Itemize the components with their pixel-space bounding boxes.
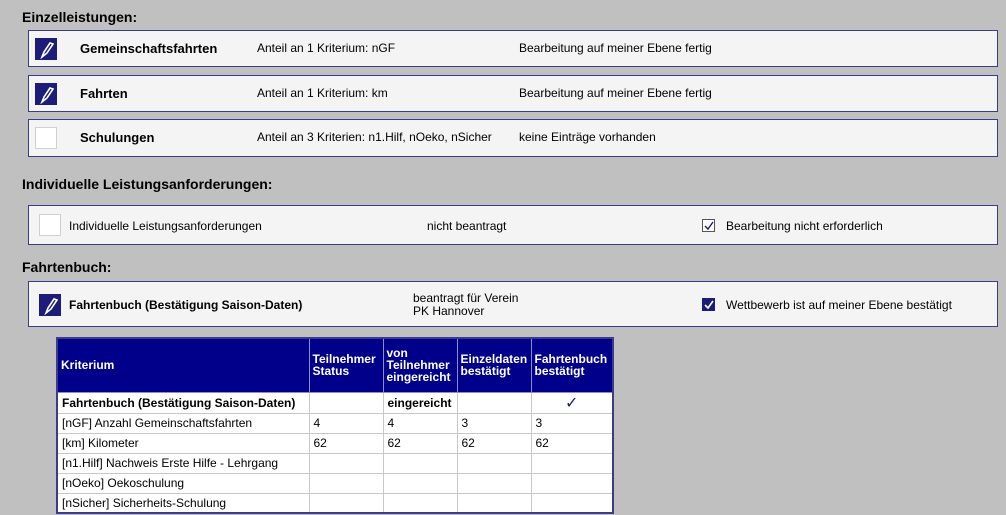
einzelleistung-gemeinschaftsfahrten[interactable]: Gemeinschaftsfahrten Anteil an 1 Kriteri… (28, 30, 998, 67)
section-title-einzelleistungen: Einzelleistungen: (22, 9, 138, 25)
cell-eingereicht (382, 452, 458, 474)
einzelleistung-name: Schulungen (80, 130, 155, 145)
bearbeitung-checkbox-label: Bearbeitung nicht erforderlich (726, 219, 883, 233)
cell-fahrtenbuch (530, 452, 614, 474)
individuell-panel[interactable]: Individuelle Leistungsanforderungen nich… (28, 205, 998, 245)
cell-eingereicht: eingereicht (382, 391, 458, 414)
einzelleistung-status: Bearbeitung auf meiner Ebene fertig (519, 86, 712, 100)
header-einzeldaten: Einzeldaten bestätigt (456, 337, 532, 393)
cell-fahrtenbuch: 3 (530, 412, 614, 434)
einzelleistung-schulungen[interactable]: Schulungen Anteil an 3 Kriterien: n1.Hil… (28, 119, 998, 157)
einzelleistung-anteil: Anteil an 3 Kriterien: n1.Hilf, nOeko, n… (257, 130, 492, 144)
cell-status (308, 492, 384, 514)
individuell-label: Individuelle Leistungsanforderungen (69, 219, 262, 233)
cell-eingereicht (382, 492, 458, 514)
cell-kriterium: [n1.Hilf] Nachweis Erste Hilfe - Lehrgan… (56, 452, 310, 474)
cell-eingereicht (382, 472, 458, 494)
cell-status (308, 472, 384, 494)
empty-icon-box (39, 214, 61, 236)
einzelleistung-anteil: Anteil an 1 Kriterium: nGF (257, 41, 396, 55)
bearbeitung-checkbox[interactable] (702, 219, 715, 232)
individuell-status: nicht beantragt (427, 219, 507, 233)
header-teilnehmer-status: Teilnehmer Status (308, 337, 384, 393)
cell-eingereicht: 4 (382, 412, 458, 434)
cell-einzeldaten: 62 (456, 432, 532, 454)
check-icon: ✓ (530, 391, 614, 414)
pen-icon[interactable] (39, 294, 61, 316)
table-row: Fahrtenbuch (Bestätigung Saison-Daten) e… (56, 391, 614, 414)
cell-kriterium: Fahrtenbuch (Bestätigung Saison-Daten) (56, 391, 310, 414)
cell-status: 62 (308, 432, 384, 454)
pen-icon[interactable] (35, 38, 57, 60)
einzelleistung-anteil: Anteil an 1 Kriterium: km (257, 86, 388, 100)
fahrtenbuch-label: Fahrtenbuch (Bestätigung Saison-Daten) (69, 298, 303, 312)
table-row: [nSicher] Sicherheits-Schulung (56, 492, 614, 514)
cell-status (308, 452, 384, 474)
cell-kriterium: [nOeko] Oekoschulung (56, 472, 310, 494)
einzelleistung-fahrten[interactable]: Fahrten Anteil an 1 Kriterium: km Bearbe… (28, 75, 998, 112)
cell-einzeldaten: 3 (456, 412, 532, 434)
cell-eingereicht: 62 (382, 432, 458, 454)
empty-icon-box (35, 127, 57, 149)
cell-status: 4 (308, 412, 384, 434)
header-fahrtenbuch: Fahrtenbuch bestätigt (530, 337, 614, 393)
table-row: [km] Kilometer 62 62 62 62 (56, 432, 614, 454)
page: Einzelleistungen: Gemeinschaftsfahrten A… (0, 0, 1006, 515)
wettbewerb-checkbox-label: Wettbewerb ist auf meiner Ebene bestätig… (726, 298, 952, 312)
cell-kriterium: [nGF] Anzahl Gemeinschaftsfahrten (56, 412, 310, 434)
cell-fahrtenbuch: 62 (530, 432, 614, 454)
einzelleistung-name: Fahrten (80, 86, 128, 101)
cell-einzeldaten (456, 492, 532, 514)
section-title-individuell: Individuelle Leistungsanforderungen: (22, 176, 273, 192)
fahrtenbuch-beantragt-line2: PK Hannover (413, 304, 485, 318)
cell-fahrtenbuch (530, 492, 614, 514)
fahrtenbuch-beantragt-line1: beantragt für Verein (413, 291, 519, 305)
pen-icon[interactable] (35, 83, 57, 105)
table-row: [n1.Hilf] Nachweis Erste Hilfe - Lehrgan… (56, 452, 614, 474)
fahrtenbuch-panel[interactable]: Fahrtenbuch (Bestätigung Saison-Daten) b… (28, 281, 998, 327)
header-von-teilnehmer: von Teilnehmer eingereicht (382, 337, 458, 393)
table-row: [nGF] Anzahl Gemeinschaftsfahrten 4 4 3 … (56, 412, 614, 434)
cell-einzeldaten (456, 452, 532, 474)
kriterien-table: Kriterium Teilnehmer Status von Teilnehm… (56, 337, 614, 514)
wettbewerb-checkbox[interactable] (702, 298, 715, 311)
header-kriterium: Kriterium (56, 337, 310, 393)
cell-einzeldaten (456, 472, 532, 494)
einzelleistung-status: keine Einträge vorhanden (519, 130, 656, 144)
cell-status (308, 391, 384, 414)
cell-fahrtenbuch (530, 472, 614, 494)
section-title-fahrtenbuch: Fahrtenbuch: (22, 259, 112, 275)
einzelleistung-status: Bearbeitung auf meiner Ebene fertig (519, 41, 712, 55)
cell-kriterium: [km] Kilometer (56, 432, 310, 454)
einzelleistung-name: Gemeinschaftsfahrten (80, 41, 218, 56)
cell-kriterium: [nSicher] Sicherheits-Schulung (56, 492, 310, 514)
cell-einzeldaten (456, 391, 532, 414)
table-header-row: Kriterium Teilnehmer Status von Teilnehm… (56, 337, 614, 393)
table-row: [nOeko] Oekoschulung (56, 472, 614, 494)
